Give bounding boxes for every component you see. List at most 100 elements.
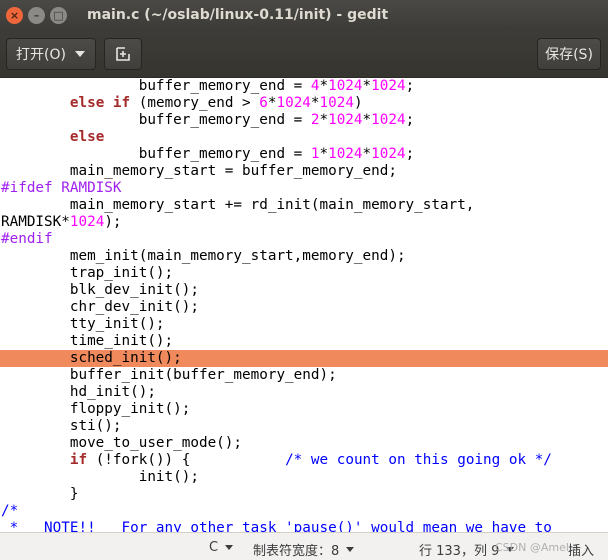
minimize-window-button[interactable]: – (28, 6, 45, 24)
chevron-down-icon (225, 545, 234, 550)
code-line[interactable]: buffer_init(buffer_memory_end); (1, 367, 337, 384)
title-bar: × – □ main.c (~/oslab/linux-0.11/init) -… (0, 0, 608, 30)
code-token: time_init(); (1, 333, 174, 349)
new-document-icon (116, 47, 130, 61)
insert-mode-indicator[interactable]: 插入 (568, 540, 594, 559)
watermark: CSDN @Amelia (495, 541, 579, 554)
minimize-icon: – (33, 8, 40, 22)
code-token: buffer_memory_end = (1, 112, 311, 128)
text-editor[interactable]: buffer_memory_end = 4*1024*1024; else if… (0, 78, 608, 532)
code-line[interactable]: #endif (1, 231, 53, 248)
code-line[interactable]: tty_init(); (1, 316, 165, 333)
code-line[interactable]: chr_dev_init(); (1, 299, 199, 316)
save-button-label: 保存(S) (545, 47, 593, 63)
code-token: buffer_memory_end = (1, 78, 311, 94)
code-token: 1024 (371, 112, 406, 128)
code-token: 1024 (328, 78, 363, 94)
code-line[interactable]: if (!fork()) { /* we count on this going… (1, 452, 552, 469)
code-line[interactable]: sti(); (1, 418, 122, 435)
code-token: * (310, 95, 320, 111)
code-token: #ifdef RAMDISK (1, 180, 122, 196)
code-line[interactable]: main_memory_start += rd_init(main_memory… (1, 197, 475, 214)
code-line[interactable]: /* (1, 503, 18, 520)
code-line[interactable]: buffer_memory_end = 1*1024*1024; (1, 146, 414, 163)
code-token: * (362, 78, 372, 94)
code-token: move_to_user_mode(); (1, 435, 243, 451)
code-token: ; (405, 146, 415, 162)
new-document-button[interactable] (104, 38, 142, 70)
close-window-button[interactable]: × (6, 6, 23, 24)
code-token: * NOTE!! For any other task 'pause()' wo… (1, 520, 552, 532)
code-token: init(); (1, 469, 199, 485)
code-token: ); (104, 214, 122, 230)
code-token: buffer_init(buffer_memory_end); (1, 367, 337, 383)
insert-mode-label: 插入 (568, 544, 595, 559)
maximize-window-button[interactable]: □ (50, 6, 67, 24)
code-line[interactable]: else if (memory_end > 6*1024*1024) (1, 95, 363, 112)
code-token: 1024 (319, 95, 354, 111)
code-token: #endif (1, 231, 53, 247)
code-line[interactable]: sched_init(); (1, 350, 182, 367)
status-bar: C 制表符宽度：8 行 133，列 9 CSDN @Amelia 插入 (0, 532, 608, 560)
window-title: main.c (~/oslab/linux-0.11/init) - gedit (87, 7, 389, 23)
code-token: ; (405, 78, 415, 94)
code-token: buffer_memory_end = (1, 146, 311, 162)
code-line[interactable]: mem_init(main_memory_start,memory_end); (1, 248, 406, 265)
code-token: RAMDISK* (1, 214, 70, 230)
code-token: } (1, 486, 79, 502)
close-icon: × (9, 8, 20, 22)
code-token: /* we count on this going ok */ (285, 452, 552, 468)
cursor-position-label: 行 133，列 9 (419, 544, 500, 559)
code-line[interactable]: } (1, 486, 79, 503)
code-token: (memory_end > (130, 95, 260, 111)
code-line[interactable]: init(); (1, 469, 199, 486)
code-token: else (69, 129, 105, 145)
code-token: hd_init(); (1, 384, 156, 400)
header-bar: 打开(O) 保存(S) (0, 30, 608, 78)
code-token: if (69, 452, 88, 468)
code-line[interactable]: * NOTE!! For any other task 'pause()' wo… (1, 520, 552, 532)
code-token: (!fork()) { (87, 452, 286, 468)
code-token: blk_dev_init(); (1, 282, 199, 298)
code-token: trap_init(); (1, 265, 174, 281)
language-label: C (209, 540, 219, 555)
open-button-label: 打开(O) (16, 47, 66, 63)
tab-width-selector[interactable]: 制表符宽度：8 (253, 540, 355, 559)
code-line[interactable]: hd_init(); (1, 384, 156, 401)
code-token: 1024 (69, 214, 105, 230)
code-token: 1024 (276, 95, 311, 111)
code-token: else if (69, 95, 131, 111)
code-token: 1024 (328, 112, 363, 128)
code-line[interactable]: blk_dev_init(); (1, 282, 199, 299)
code-token: ) (353, 95, 363, 111)
code-line[interactable]: buffer_memory_end = 4*1024*1024; (1, 78, 414, 95)
code-token: /* (1, 503, 19, 519)
code-token: main_memory_start += rd_init(main_memory… (1, 197, 475, 213)
code-token: main_memory_start = buffer_memory_end; (1, 163, 397, 179)
code-line[interactable]: #ifdef RAMDISK (1, 180, 122, 197)
maximize-icon: □ (53, 8, 64, 22)
open-button[interactable]: 打开(O) (6, 38, 96, 70)
code-line[interactable]: else (1, 129, 104, 146)
code-token: 1024 (328, 146, 363, 162)
code-token: ; (405, 112, 415, 128)
code-token: 1024 (371, 78, 406, 94)
code-line[interactable]: time_init(); (1, 333, 173, 350)
code-line[interactable]: trap_init(); (1, 265, 173, 282)
code-token: floppy_init(); (1, 401, 191, 417)
code-line[interactable]: main_memory_start = buffer_memory_end; (1, 163, 397, 180)
code-token: tty_init(); (1, 316, 165, 332)
code-token: * (319, 146, 329, 162)
window-controls: × – □ (6, 6, 67, 24)
code-line[interactable]: move_to_user_mode(); (1, 435, 242, 452)
code-line[interactable]: floppy_init(); (1, 401, 191, 418)
code-token: mem_init(main_memory_start,memory_end); (1, 248, 406, 264)
save-button[interactable]: 保存(S) (537, 38, 601, 70)
code-token: * (319, 78, 329, 94)
code-token: 6 (259, 95, 268, 111)
code-line[interactable]: buffer_memory_end = 2*1024*1024; (1, 112, 414, 129)
code-token: 1024 (371, 146, 406, 162)
code-line[interactable]: RAMDISK*1024); (1, 214, 122, 231)
language-selector[interactable]: C (209, 540, 234, 555)
